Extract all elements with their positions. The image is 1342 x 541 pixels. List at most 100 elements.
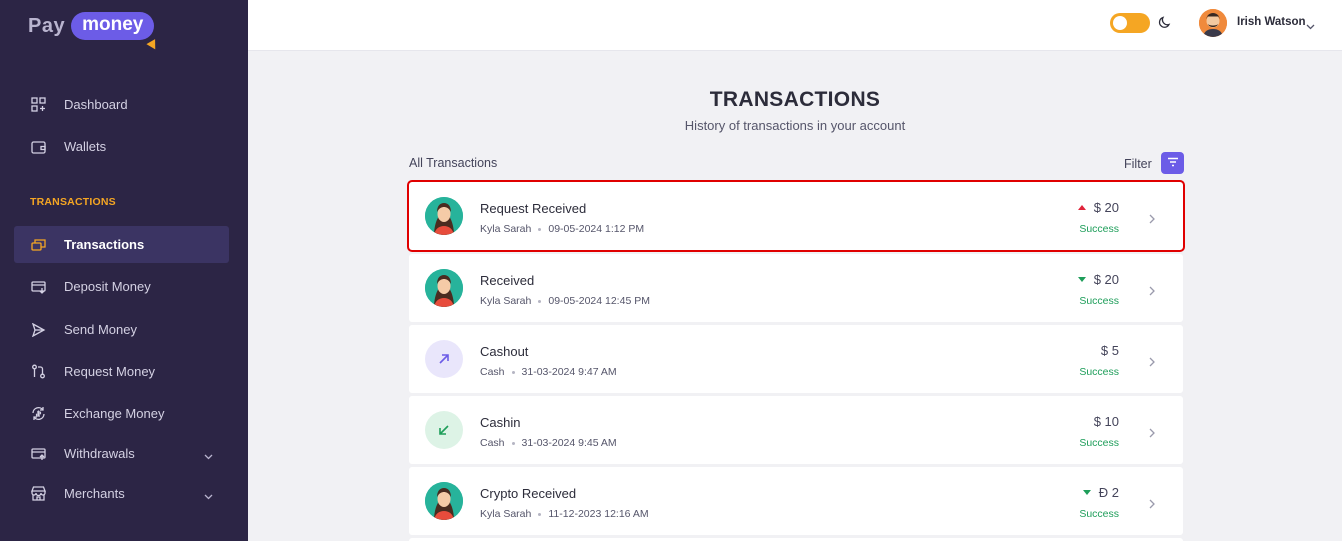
theme-toggle-knob bbox=[1113, 16, 1127, 30]
sidebar-item-merchants[interactable]: Merchants bbox=[14, 475, 229, 512]
transaction-amount: $ 20 bbox=[1077, 200, 1119, 215]
separator-dot bbox=[538, 299, 542, 303]
status-badge: Success bbox=[1079, 508, 1119, 520]
transaction-datetime: 31-03-2024 9:47 AM bbox=[521, 366, 617, 378]
sidebar-item-label: Dashboard bbox=[64, 97, 128, 112]
transaction-meta: Cash 31-03-2024 9:45 AM bbox=[480, 437, 617, 449]
person-avatar bbox=[425, 482, 463, 520]
person-avatar bbox=[425, 269, 463, 307]
transactions-icon bbox=[30, 237, 46, 253]
user-avatar[interactable] bbox=[1199, 9, 1227, 37]
transaction-title: Cashout bbox=[480, 344, 529, 359]
transaction-title: Cashin bbox=[480, 415, 521, 430]
transaction-title: Crypto Received bbox=[480, 486, 577, 501]
filter-button[interactable] bbox=[1161, 152, 1184, 174]
arrow-up-icon bbox=[1077, 205, 1086, 210]
filter-icon bbox=[1167, 154, 1179, 172]
sidebar-item-exchange-money[interactable]: Exchange Money bbox=[14, 395, 229, 432]
merchants-icon bbox=[30, 486, 46, 502]
exchange-icon bbox=[30, 406, 46, 422]
transaction-meta: Kyla Sarah 09-05-2024 1:12 PM bbox=[480, 223, 644, 235]
status-badge: Success bbox=[1079, 223, 1119, 235]
arrow-down-icon bbox=[1077, 277, 1086, 282]
arrow-down-icon bbox=[1082, 490, 1091, 495]
separator-dot bbox=[538, 227, 542, 231]
chevron-down-icon[interactable] bbox=[1306, 17, 1315, 35]
transaction-meta: Kyla Sarah 09-05-2024 12:45 PM bbox=[480, 295, 650, 307]
status-badge: Success bbox=[1079, 366, 1119, 378]
chevron-down-icon bbox=[204, 488, 213, 503]
page-subtitle: History of transactions in your account bbox=[684, 118, 906, 133]
sidebar-item-label: Request Money bbox=[64, 364, 156, 379]
chevron-right-icon[interactable] bbox=[1149, 211, 1155, 229]
separator-dot bbox=[538, 512, 542, 516]
top-bar: Irish Watson bbox=[248, 0, 1342, 51]
chevron-down-icon bbox=[204, 448, 213, 463]
status-badge: Success bbox=[1079, 437, 1119, 449]
sidebar-section-transactions: TRANSACTIONS bbox=[30, 196, 116, 208]
arrow-up-right-icon bbox=[425, 340, 463, 378]
transaction-row[interactable]: Cashout Cash 31-03-2024 9:47 AM $ 5 Succ… bbox=[409, 325, 1183, 393]
chevron-right-icon[interactable] bbox=[1149, 354, 1155, 372]
wallet-icon bbox=[30, 139, 46, 155]
filter-label[interactable]: Filter bbox=[1124, 157, 1152, 171]
moon-icon[interactable] bbox=[1158, 15, 1172, 34]
sidebar: Pay money Dashboard Wallets TRANSACTIONS… bbox=[0, 0, 248, 541]
sidebar-item-label: Withdrawals bbox=[64, 446, 135, 461]
sidebar-item-label: Transactions bbox=[64, 237, 145, 252]
send-icon bbox=[30, 322, 46, 338]
transaction-amount: $ 10 bbox=[1094, 414, 1119, 429]
transaction-meta: Kyla Sarah 11-12-2023 12:16 AM bbox=[480, 508, 649, 520]
chevron-right-icon[interactable] bbox=[1149, 496, 1155, 514]
sidebar-item-label: Exchange Money bbox=[64, 406, 165, 421]
theme-toggle[interactable] bbox=[1110, 13, 1150, 33]
brand-logo-pay: Pay bbox=[28, 14, 66, 37]
page-title: TRANSACTIONS bbox=[709, 88, 881, 111]
transaction-amount: $ 5 bbox=[1101, 343, 1119, 358]
transaction-party: Kyla Sarah bbox=[480, 223, 532, 235]
transaction-party: Kyla Sarah bbox=[480, 295, 532, 307]
transaction-title: Request Received bbox=[480, 201, 587, 216]
sidebar-item-withdrawals[interactable]: Withdrawals bbox=[14, 435, 229, 472]
sidebar-item-label: Wallets bbox=[64, 139, 107, 154]
transaction-title: Received bbox=[480, 273, 535, 288]
transaction-row[interactable]: Cashin Cash 31-03-2024 9:45 AM $ 10 Succ… bbox=[409, 396, 1183, 464]
transaction-amount: $ 20 bbox=[1077, 272, 1119, 287]
sidebar-item-transactions[interactable]: Transactions bbox=[14, 226, 229, 263]
transaction-party: Kyla Sarah bbox=[480, 508, 532, 520]
transaction-amount-value: $ 5 bbox=[1100, 343, 1119, 358]
brand-logo-money: money bbox=[71, 12, 160, 52]
transaction-amount-value: Đ 2 bbox=[1098, 485, 1119, 500]
transaction-meta: Cash 31-03-2024 9:47 AM bbox=[480, 366, 617, 378]
brand-logo-money-text: money bbox=[82, 14, 144, 35]
transaction-datetime: 31-03-2024 9:45 AM bbox=[521, 437, 617, 449]
transaction-amount-value: $ 20 bbox=[1093, 272, 1119, 287]
sidebar-item-dashboard[interactable]: Dashboard bbox=[14, 86, 229, 123]
transaction-row[interactable]: Received Kyla Sarah 09-05-2024 12:45 PM … bbox=[409, 254, 1183, 322]
transaction-amount-value: $ 10 bbox=[1093, 414, 1119, 429]
user-name[interactable]: Irish Watson bbox=[1237, 16, 1306, 28]
sidebar-item-label: Send Money bbox=[64, 322, 137, 337]
sidebar-item-label: Merchants bbox=[64, 486, 125, 501]
separator-dot bbox=[511, 370, 515, 374]
deposit-icon bbox=[30, 279, 46, 295]
cursor-icon bbox=[146, 39, 160, 52]
sidebar-item-request-money[interactable]: Request Money bbox=[14, 353, 229, 390]
chevron-right-icon[interactable] bbox=[1149, 425, 1155, 443]
transaction-party: Cash bbox=[480, 366, 505, 378]
withdrawals-icon bbox=[30, 446, 46, 462]
transaction-amount: Đ 2 bbox=[1082, 485, 1119, 500]
person-avatar bbox=[425, 197, 463, 235]
chevron-right-icon[interactable] bbox=[1149, 283, 1155, 301]
transaction-datetime: 09-05-2024 1:12 PM bbox=[548, 223, 645, 235]
sidebar-item-send-money[interactable]: Send Money bbox=[14, 311, 229, 348]
transaction-row[interactable]: Request Received Kyla Sarah 09-05-2024 1… bbox=[407, 180, 1185, 252]
sidebar-item-wallets[interactable]: Wallets bbox=[14, 128, 229, 165]
transaction-row[interactable]: Crypto Received Kyla Sarah 11-12-2023 12… bbox=[409, 467, 1183, 535]
sidebar-item-deposit-money[interactable]: Deposit Money bbox=[14, 268, 229, 305]
transaction-datetime: 09-05-2024 12:45 PM bbox=[548, 295, 650, 307]
sidebar-item-label: Deposit Money bbox=[64, 279, 151, 294]
brand-logo[interactable]: Pay money bbox=[28, 12, 160, 52]
status-badge: Success bbox=[1079, 295, 1119, 307]
transaction-party: Cash bbox=[480, 437, 505, 449]
